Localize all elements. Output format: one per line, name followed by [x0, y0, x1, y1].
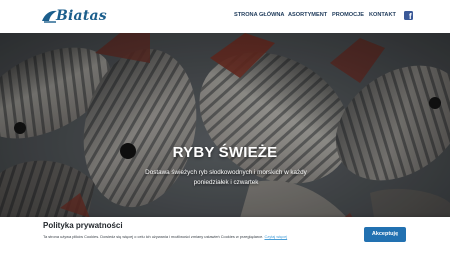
hero-subtitle: Dostawa świeżych ryb słodkowodnych i mor… — [145, 169, 307, 186]
logo-text: Biatas — [56, 8, 107, 24]
site-header: Biatas STRONA GŁÓWNA ASORTYMENT PROMOCJE… — [0, 0, 450, 33]
hero-title: RYBY ŚWIEŻE — [172, 144, 278, 161]
nav-item-assortment[interactable]: ASORTYMENT — [288, 12, 327, 18]
cookie-text: Ta strona używa plików Cookies. Dowiedz … — [43, 234, 264, 239]
cookie-more-link[interactable]: Czytaj więcej — [264, 234, 287, 239]
nav-item-home[interactable]: STRONA GŁÓWNA — [234, 12, 284, 18]
logo[interactable]: Biatas — [41, 7, 107, 25]
accept-cookies-button[interactable]: Akceptuję — [364, 227, 406, 242]
cookie-title: Polityka prywatności — [43, 221, 123, 230]
facebook-icon[interactable]: f — [404, 11, 413, 20]
cookie-text-row: Ta strona używa plików Cookies. Dowiedz … — [43, 234, 287, 239]
cookie-banner: Polityka prywatności Ta strona używa pli… — [0, 217, 450, 253]
nav-item-promotions[interactable]: PROMOCJE — [332, 12, 364, 18]
nav-item-contact[interactable]: KONTAKT — [369, 12, 396, 18]
